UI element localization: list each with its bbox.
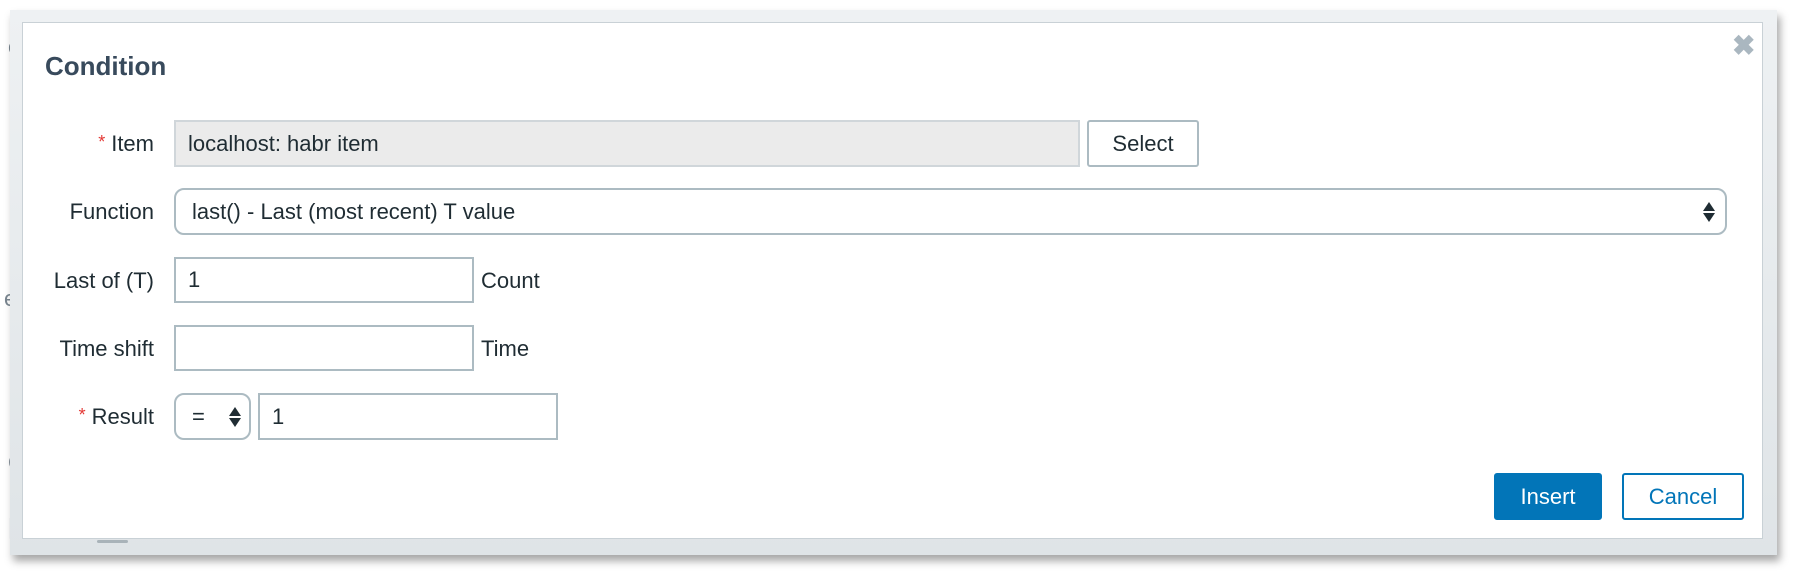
background-bar [97,540,128,543]
item-value: localhost: habr item [188,130,379,156]
dialog-title: Condition [45,51,167,81]
select-item-button[interactable]: Select [1087,120,1199,167]
select-arrows-icon [229,406,241,427]
close-icon[interactable]: ✖ [1732,32,1755,60]
item-label-text: Item [111,131,154,156]
function-selected-value: last() - Last (most recent) T value [192,198,516,224]
time-shift-label: Time shift [59,336,154,361]
last-of-input[interactable]: 1 [174,257,474,303]
time-shift-input[interactable] [174,325,474,371]
result-label: * Result [23,404,154,430]
last-of-label: Last of (T) [53,268,154,293]
result-operator-value: = [192,403,205,429]
function-select[interactable]: last() - Last (most recent) T value [174,188,1727,235]
insert-button[interactable]: Insert [1494,473,1602,520]
required-marker: * [78,405,86,425]
result-value-input[interactable]: 1 [258,393,558,440]
result-value: 1 [272,403,285,429]
result-operator-select[interactable]: = [174,393,251,440]
required-marker: * [98,132,106,152]
last-of-unit: Count [481,268,540,293]
result-label-text: Result [91,404,154,429]
condition-dialog: Condition ✖ * Item localhost: habr item S… [22,22,1763,539]
item-label: * Item [23,131,154,157]
function-label: Function [69,199,154,224]
last-of-value: 1 [188,267,201,292]
select-arrows-icon [1703,201,1715,222]
cancel-button[interactable]: Cancel [1622,473,1744,520]
item-input[interactable]: localhost: habr item [174,120,1080,167]
time-shift-unit: Time [481,336,530,361]
